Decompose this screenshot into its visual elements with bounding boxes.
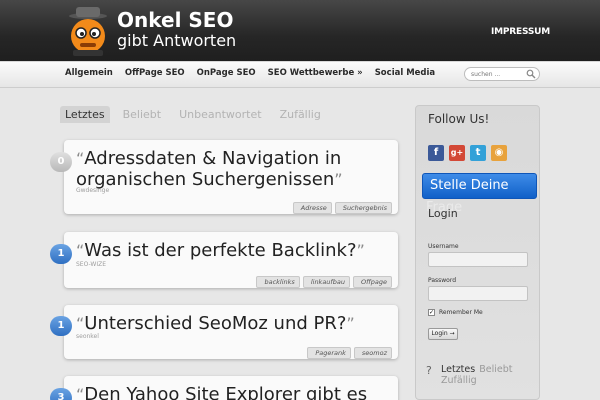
facebook-icon[interactable]: f	[428, 145, 444, 161]
question-card[interactable]: 1 “Unterschied SeoMoz und PR?” seonkel P…	[50, 305, 398, 359]
main-navigation: Allgemein OffPage SEO OnPage SEO SEO Wet…	[0, 61, 600, 88]
brand-title[interactable]: Onkel SEO	[117, 8, 233, 32]
twitter-icon[interactable]: t	[470, 145, 486, 161]
follow-us-heading: Follow Us!	[428, 112, 490, 126]
tab-letztes[interactable]: Letztes	[60, 106, 110, 123]
search-input[interactable]	[471, 69, 527, 79]
question-filter-tabs: Letztes Beliebt Unbeantwortet Zufällig	[60, 106, 334, 123]
tag[interactable]: Offpage	[352, 276, 392, 288]
tag[interactable]: Adresse	[292, 202, 332, 214]
sidebar-tab-letztes[interactable]: Letztes	[441, 364, 475, 375]
site-header: Onkel SEO gibt Antworten IMPRESSUM	[0, 0, 600, 61]
tag-list: Adresse Suchergebnis	[292, 202, 392, 214]
username-label: Username	[428, 243, 459, 250]
question-author[interactable]: Gwdesinge	[76, 187, 109, 194]
answer-count-badge: 0	[50, 152, 72, 172]
nav-item-allgemein[interactable]: Allgemein	[65, 68, 113, 78]
logo-mascot-icon[interactable]	[65, 6, 111, 56]
answer-count-badge: 3	[50, 388, 72, 400]
password-field[interactable]	[428, 286, 528, 301]
tag-list: backlinks linkaufbau Offpage	[256, 276, 392, 288]
ask-question-button[interactable]: Stelle Deine	[422, 173, 537, 199]
tab-beliebt[interactable]: Beliebt	[118, 106, 167, 123]
question-card[interactable]: 0 “Adressdaten & Navigation in organisch…	[50, 140, 398, 214]
search-box	[464, 67, 540, 81]
question-title[interactable]: “Adressdaten & Navigation in organischen…	[76, 148, 398, 190]
sidebar-question-tabs: Letztes Beliebt Zufällig	[441, 364, 536, 386]
answer-count-badge: 1	[50, 244, 72, 264]
login-button[interactable]: Login →	[428, 328, 458, 340]
tab-zufaellig[interactable]: Zufällig	[275, 106, 326, 123]
sidebar-tab-zufaellig[interactable]: Zufällig	[441, 375, 477, 386]
question-card[interactable]: 1 “Was ist der perfekte Backlink?” SEO-W…	[50, 232, 398, 288]
nav-item-social-media[interactable]: Social Media	[375, 68, 435, 78]
question-title-text[interactable]: Unterschied SeoMoz und PR?	[84, 313, 346, 334]
sidebar: Follow Us! f g+ t ◉ Stelle Deine Frage L…	[415, 105, 540, 400]
question-card[interactable]: 3 “Den Yahoo Site Explorer gibt es	[50, 376, 398, 400]
quote-close: ”	[334, 170, 343, 189]
answer-count-badge: 1	[50, 316, 72, 336]
tag-list: Pagerank seomoz	[307, 347, 392, 359]
rss-icon[interactable]: ◉	[491, 145, 507, 161]
username-field[interactable]	[428, 252, 528, 267]
question-title[interactable]: “Den Yahoo Site Explorer gibt es	[76, 384, 367, 400]
question-title-text[interactable]: Was ist der perfekte Backlink?	[84, 240, 356, 261]
login-heading: Login	[428, 207, 458, 220]
tag[interactable]: backlinks	[256, 276, 300, 288]
social-links: f g+ t ◉	[428, 145, 507, 161]
nav-list: Allgemein OffPage SEO OnPage SEO SEO Wet…	[65, 68, 435, 78]
question-author[interactable]: seonkel	[76, 333, 99, 340]
question-title-text[interactable]: Adressdaten & Navigation in organischen …	[76, 148, 341, 190]
quote-close: ”	[346, 314, 355, 333]
search-icon[interactable]	[526, 69, 536, 79]
question-mark-icon: ?	[426, 364, 432, 377]
question-title-text[interactable]: Den Yahoo Site Explorer gibt es	[84, 384, 367, 400]
question-title[interactable]: “Was ist der perfekte Backlink?”	[76, 240, 365, 261]
question-title[interactable]: “Unterschied SeoMoz und PR?”	[76, 313, 355, 334]
nav-item-seo-wettbewerbe[interactable]: SEO Wettbewerbe »	[268, 68, 363, 78]
remember-me-label: Remember Me	[439, 309, 483, 316]
tag[interactable]: linkaufbau	[302, 276, 350, 288]
nav-item-onpage-seo[interactable]: OnPage SEO	[197, 68, 256, 78]
password-label: Password	[428, 277, 457, 284]
tag[interactable]: Suchergebnis	[334, 202, 392, 214]
tag[interactable]: seomoz	[353, 347, 392, 359]
impressum-link[interactable]: IMPRESSUM	[491, 27, 550, 37]
tag[interactable]: Pagerank	[307, 347, 351, 359]
brand-tagline: gibt Antworten	[117, 31, 237, 50]
remember-me-checkbox[interactable]: ✓	[428, 309, 435, 316]
question-author[interactable]: SEO-WIZE	[76, 261, 106, 268]
tab-unbeantwortet[interactable]: Unbeantwortet	[174, 106, 266, 123]
nav-item-offpage-seo[interactable]: OffPage SEO	[125, 68, 185, 78]
sidebar-tab-beliebt[interactable]: Beliebt	[479, 364, 512, 375]
quote-close: ”	[356, 241, 365, 260]
googleplus-icon[interactable]: g+	[449, 145, 465, 161]
